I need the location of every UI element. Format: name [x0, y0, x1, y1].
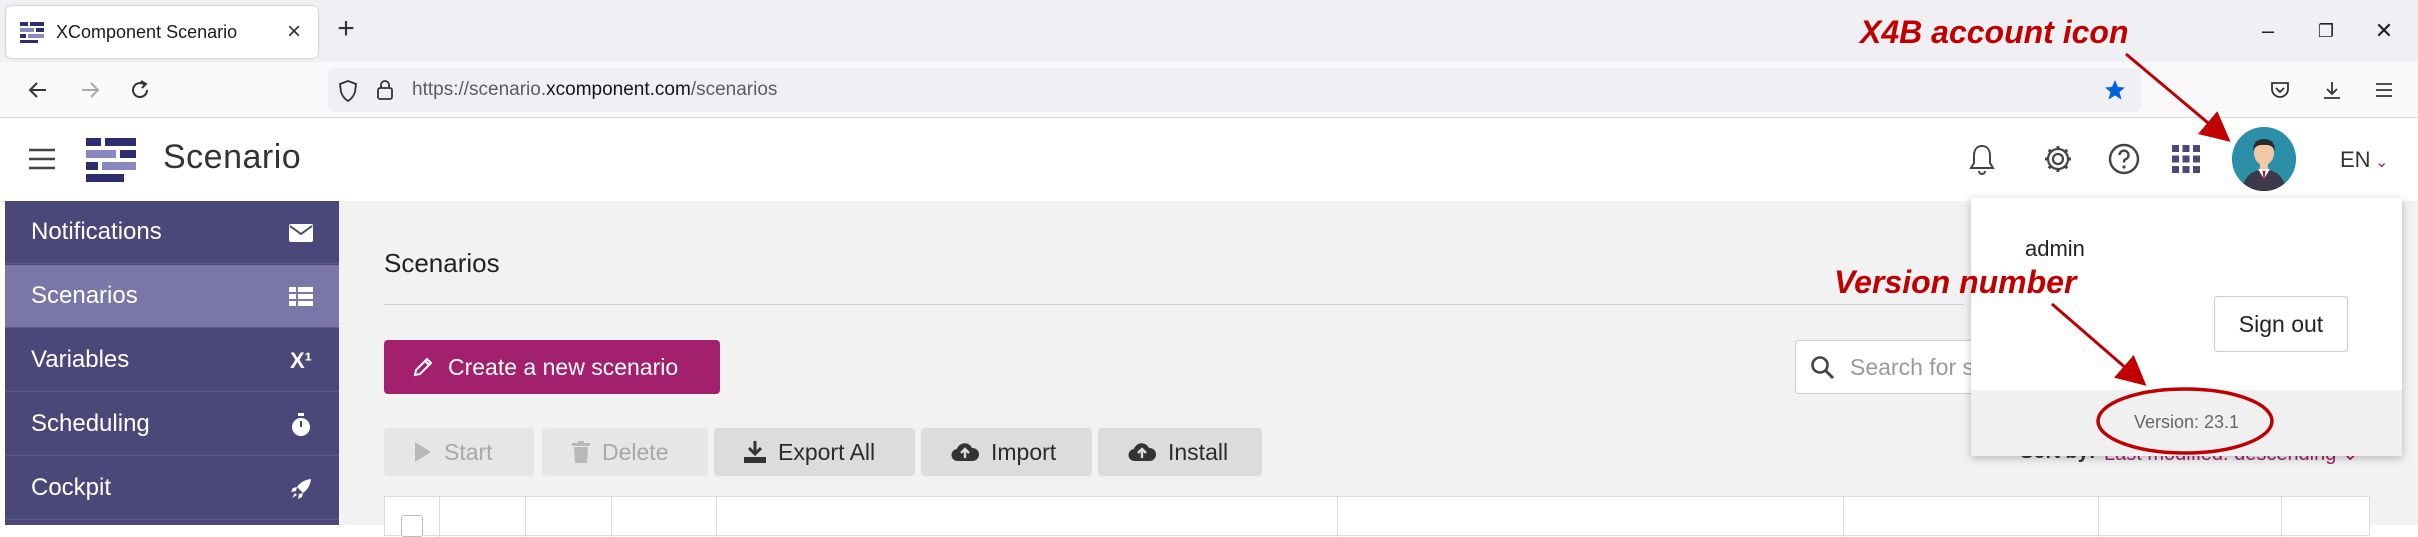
trash-icon [572, 441, 590, 463]
help-icon[interactable] [2104, 139, 2144, 179]
download-icon[interactable] [2314, 72, 2350, 108]
tab-close-icon[interactable]: × [276, 14, 312, 50]
new-tab-button[interactable]: + [330, 14, 362, 46]
column-divider [525, 497, 526, 537]
x-superscript-icon: X¹ [290, 348, 312, 373]
download-icon [744, 441, 766, 463]
language-selector[interactable]: EN ⌄ [2340, 147, 2388, 173]
start-button[interactable]: Start [384, 428, 534, 476]
table-header [384, 496, 2370, 537]
reload-icon[interactable] [122, 72, 158, 108]
pencil-icon [413, 357, 433, 377]
create-scenario-button[interactable]: Create a new scenario [384, 340, 720, 394]
sidebar-item-scheduling[interactable]: Scheduling [5, 393, 339, 456]
url-text: https://scenario.xcomponent.com/scenario… [412, 79, 778, 100]
column-divider [439, 497, 440, 537]
play-icon [414, 441, 432, 463]
column-divider [2098, 497, 2099, 537]
gear-icon[interactable] [2038, 139, 2078, 179]
delete-button[interactable]: Delete [542, 428, 708, 476]
lock-icon[interactable] [376, 79, 394, 101]
user-dropdown-menu: admin Sign out Version: 23.1 [1971, 198, 2402, 456]
import-button[interactable]: Import [921, 428, 1092, 476]
browser-tab[interactable]: XComponent Scenario × [6, 6, 318, 58]
tab-title: XComponent Scenario [56, 21, 238, 42]
column-divider [611, 497, 612, 537]
rocket-icon [287, 475, 315, 503]
column-divider [716, 497, 717, 537]
close-window-button[interactable]: ✕ [2364, 14, 2404, 48]
version-footer: Version: 23.1 [1971, 390, 2402, 456]
export-all-button[interactable]: Export All [714, 428, 915, 476]
sidebar-item-cockpit[interactable]: Cockpit [5, 457, 339, 520]
page-title: Scenarios [384, 248, 500, 278]
sidebar-item-notifications[interactable]: Notifications [5, 201, 339, 264]
browser-toolbar: https://scenario.xcomponent.com/scenario… [0, 62, 2418, 118]
title-divider [384, 304, 1964, 305]
install-button[interactable]: Install [1098, 428, 1262, 476]
column-divider [2281, 497, 2282, 537]
menu-icon[interactable] [2366, 72, 2402, 108]
search-icon [1811, 356, 1835, 380]
annotation-account-icon: X4B account icon [1860, 14, 2129, 50]
app-title: Scenario [163, 138, 302, 176]
account-avatar-icon[interactable] [2232, 127, 2296, 191]
annotation-version-number: Version number [1834, 264, 2077, 300]
app-header: Scenario EN ⌄ [0, 119, 2418, 201]
back-icon[interactable] [20, 72, 56, 108]
hamburger-menu-icon[interactable] [22, 139, 62, 179]
table-icon [287, 283, 315, 311]
username-label: admin [2025, 236, 2085, 261]
stopwatch-icon [287, 411, 315, 439]
cloud-upload-icon [951, 442, 979, 462]
apps-grid-icon[interactable] [2166, 139, 2206, 179]
shield-icon[interactable] [338, 80, 358, 102]
forward-icon[interactable] [72, 72, 108, 108]
bell-icon[interactable] [1962, 139, 2002, 179]
minimize-button[interactable]: – [2248, 14, 2288, 48]
version-label: Version: 23.1 [2133, 412, 2240, 432]
search-input[interactable]: Search for s [1795, 340, 1975, 394]
sidebar-item-scenarios[interactable]: Scenarios [5, 265, 339, 328]
scenario-logo-icon [20, 22, 44, 43]
cloud-upload-icon [1128, 442, 1156, 462]
sidebar: Notifications Scenarios Variables X¹ Sch… [5, 201, 339, 525]
pocket-icon[interactable] [2262, 72, 2298, 108]
column-divider [1843, 497, 1844, 537]
sign-out-button[interactable]: Sign out [2214, 296, 2348, 352]
select-all-checkbox[interactable] [401, 515, 423, 537]
bookmark-star-icon[interactable] [2103, 78, 2127, 102]
restore-button[interactable]: ❐ [2306, 14, 2346, 48]
sidebar-item-variables[interactable]: Variables X¹ [5, 329, 339, 392]
app-logo-icon [86, 138, 136, 182]
column-divider [1337, 497, 1338, 537]
envelope-icon [287, 219, 315, 247]
url-bar[interactable]: https://scenario.xcomponent.com/scenario… [328, 68, 2141, 112]
